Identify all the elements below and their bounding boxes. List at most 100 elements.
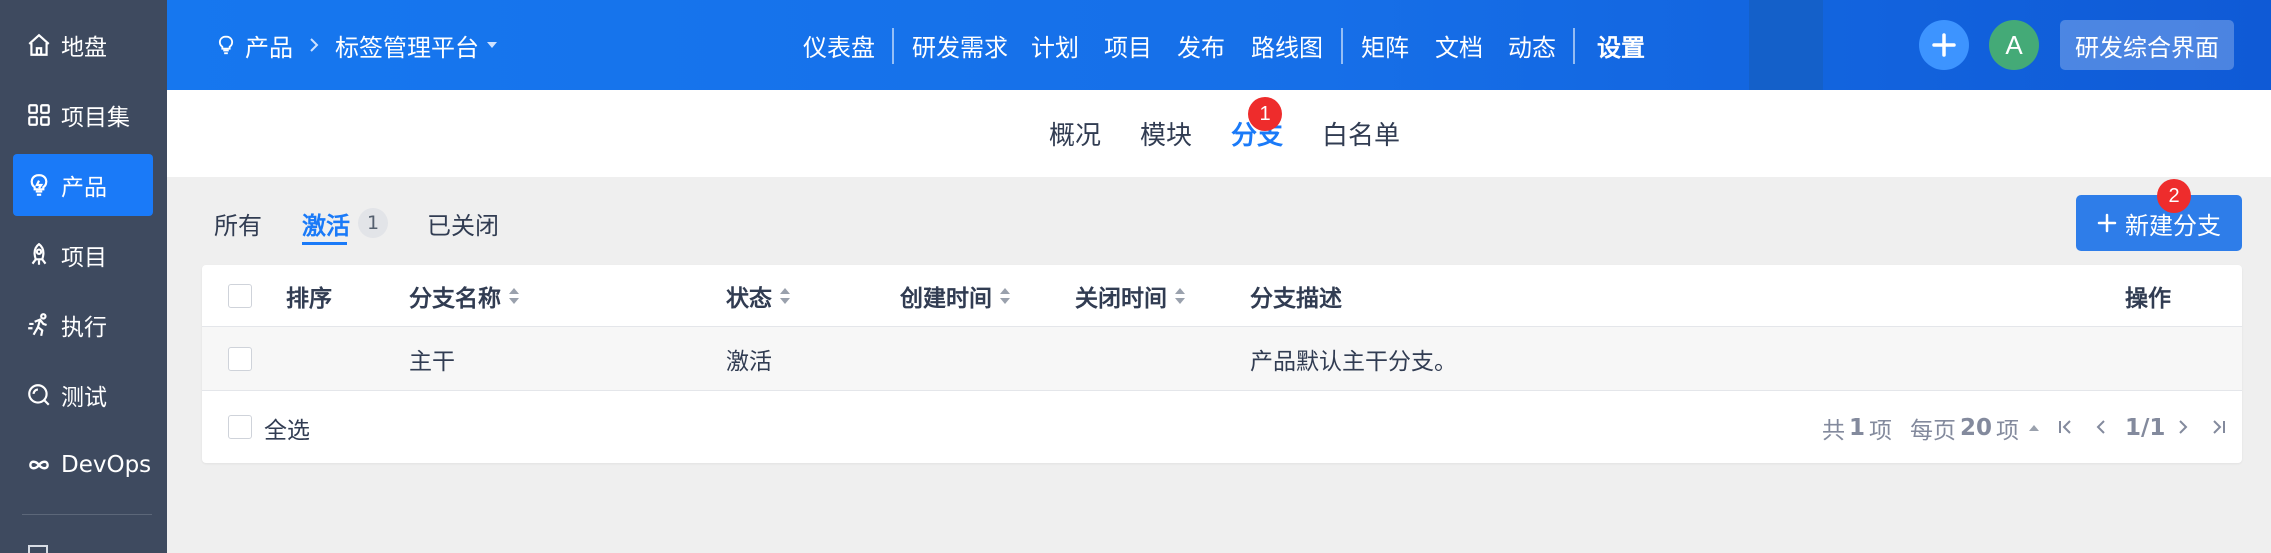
nav-roadmap[interactable]: 路线图 xyxy=(1251,0,1323,90)
sub-navigation: 概况 模块 分支 白名单 1 xyxy=(167,90,2271,177)
column-closed[interactable]: 关闭时间 xyxy=(1075,265,1187,327)
sidebar-item-test[interactable]: 测试 xyxy=(13,364,153,426)
last-page-icon[interactable] xyxy=(2208,416,2230,438)
nav-project[interactable]: 项目 xyxy=(1104,0,1152,90)
column-actions: 操作 xyxy=(2125,265,2171,327)
filter-tab-closed[interactable]: 已关闭 xyxy=(427,203,499,243)
select-all-label[interactable]: 全选 xyxy=(264,392,310,463)
select-all-checkbox[interactable] xyxy=(228,415,252,439)
active-tab-underline xyxy=(302,242,347,245)
nav-dashboard[interactable]: 仪表盘 xyxy=(803,0,875,90)
sort-icon xyxy=(509,288,519,304)
count-badge: 1 xyxy=(358,208,388,238)
column-label: 操作 xyxy=(2125,286,2171,312)
column-label: 状态 xyxy=(726,286,772,312)
pager-count: 1 xyxy=(1849,414,1866,441)
pager-total: 共 1 项 xyxy=(1822,392,1892,463)
nav-docs[interactable]: 文档 xyxy=(1435,0,1483,90)
column-description: 分支描述 xyxy=(1250,265,1342,327)
test-icon xyxy=(25,381,53,409)
sidebar-item-devops[interactable]: DevOps xyxy=(13,434,153,496)
chevron-right-icon xyxy=(307,35,321,55)
rocket-icon xyxy=(25,241,53,269)
nav-active-highlight xyxy=(1749,0,1823,90)
column-name[interactable]: 分支名称 xyxy=(409,265,521,327)
cell-branch-name[interactable]: 主干 xyxy=(409,327,455,391)
filter-tab-active[interactable]: 激活 1 xyxy=(302,203,388,243)
filter-tab-label: 激活 xyxy=(302,211,350,240)
column-label: 分支描述 xyxy=(1250,286,1342,312)
nav-requirements[interactable]: 研发需求 xyxy=(912,0,1008,90)
nav-release[interactable]: 发布 xyxy=(1177,0,1225,90)
nav-dynamics[interactable]: 动态 xyxy=(1508,0,1556,90)
sidebar-item-home[interactable]: 地盘 xyxy=(13,14,153,76)
subnav-modules[interactable]: 模块 xyxy=(1140,90,1192,177)
sidebar-divider xyxy=(22,514,152,515)
view-switch-button[interactable]: 研发综合界面 xyxy=(2060,20,2234,70)
sidebar-item-label: 产品 xyxy=(61,175,107,201)
create-plus-button[interactable] xyxy=(1919,20,1969,70)
column-label: 关闭时间 xyxy=(1075,286,1167,312)
infinity-icon xyxy=(25,451,53,479)
sidebar-item-product[interactable]: 产品 xyxy=(13,154,153,216)
pager-text: 项 xyxy=(1869,417,1893,444)
sidebar-item-label: 地盘 xyxy=(61,35,107,61)
run-icon xyxy=(25,311,53,339)
lightbulb-icon xyxy=(25,171,53,199)
caret-up-icon xyxy=(2029,424,2040,431)
sidebar-item-program[interactable]: 项目集 xyxy=(13,84,153,146)
column-created[interactable]: 创建时间 xyxy=(900,265,1012,327)
breadcrumb-root[interactable]: 产品 xyxy=(245,28,293,63)
nav-separator xyxy=(892,28,894,64)
home-icon xyxy=(25,31,53,59)
pager-per-page-value: 20 xyxy=(1960,414,1993,441)
sort-icon xyxy=(780,288,790,304)
branch-table: 排序 分支名称 状态 创建时间 关闭时间 分支描述 操作 主干 激活 产品默认主… xyxy=(202,265,2242,463)
prev-page-icon[interactable] xyxy=(2090,416,2112,438)
column-label: 创建时间 xyxy=(900,286,992,312)
pager-indicator: 1/1 xyxy=(2125,414,2166,441)
pager-text: 每页 xyxy=(1910,417,1956,444)
table-header: 排序 分支名称 状态 创建时间 关闭时间 分支描述 操作 xyxy=(202,265,2242,327)
subnav-whitelist[interactable]: 白名单 xyxy=(1322,90,1400,177)
nav-matrix[interactable]: 矩阵 xyxy=(1361,0,1409,90)
pager-text: 共 xyxy=(1822,417,1845,444)
cell-status: 激活 xyxy=(726,349,772,375)
table-footer: 全选 共 1 项 每页 20 项 1/1 xyxy=(202,392,2242,463)
nav-plan[interactable]: 计划 xyxy=(1031,0,1079,90)
filter-tab-all[interactable]: 所有 xyxy=(214,203,262,243)
step-badge: 1 xyxy=(1248,97,1282,131)
column-label: 分支名称 xyxy=(409,286,501,312)
grid-icon xyxy=(25,101,53,129)
sidebar-item-label: DevOps xyxy=(61,452,152,478)
nav-settings[interactable]: 设置 xyxy=(1597,0,1645,90)
sidebar-item-project[interactable]: 项目 xyxy=(13,224,153,286)
caret-down-icon[interactable] xyxy=(485,40,499,50)
sidebar-item-execution[interactable]: 执行 xyxy=(13,294,153,356)
cell-description: 产品默认主干分支。 xyxy=(1250,349,1457,375)
table-row[interactable]: 主干 激活 产品默认主干分支。 xyxy=(202,327,2242,391)
sort-icon xyxy=(1175,288,1185,304)
first-page-icon[interactable] xyxy=(2054,416,2076,438)
sidebar-item-label: 项目 xyxy=(61,245,107,271)
sort-icon xyxy=(1000,288,1010,304)
column-status[interactable]: 状态 xyxy=(726,265,792,327)
lightbulb-icon xyxy=(215,34,237,56)
row-checkbox[interactable] xyxy=(228,347,252,371)
sidebar-item-label: 执行 xyxy=(61,315,107,341)
header-checkbox[interactable] xyxy=(228,284,252,308)
column-order[interactable]: 排序 xyxy=(286,265,332,327)
breadcrumb-current[interactable]: 标签管理平台 xyxy=(335,28,479,63)
plus-icon xyxy=(2097,213,2117,233)
sidebar-item-label: 项目集 xyxy=(61,105,130,131)
subnav-overview[interactable]: 概况 xyxy=(1049,90,1101,177)
next-page-icon[interactable] xyxy=(2172,416,2194,438)
avatar[interactable]: A xyxy=(1989,20,2039,70)
pager-per-page[interactable]: 每页 20 项 xyxy=(1910,392,2041,463)
sidebar: 地盘 项目集 产品 项目 执行 测试 DevOps xyxy=(0,0,167,553)
breadcrumb: 产品 标签管理平台 xyxy=(215,0,499,90)
step-badge: 2 xyxy=(2157,179,2191,213)
sidebar-more-icon[interactable] xyxy=(28,545,48,553)
nav-separator xyxy=(1573,28,1575,64)
pager-text: 项 xyxy=(1996,417,2020,444)
